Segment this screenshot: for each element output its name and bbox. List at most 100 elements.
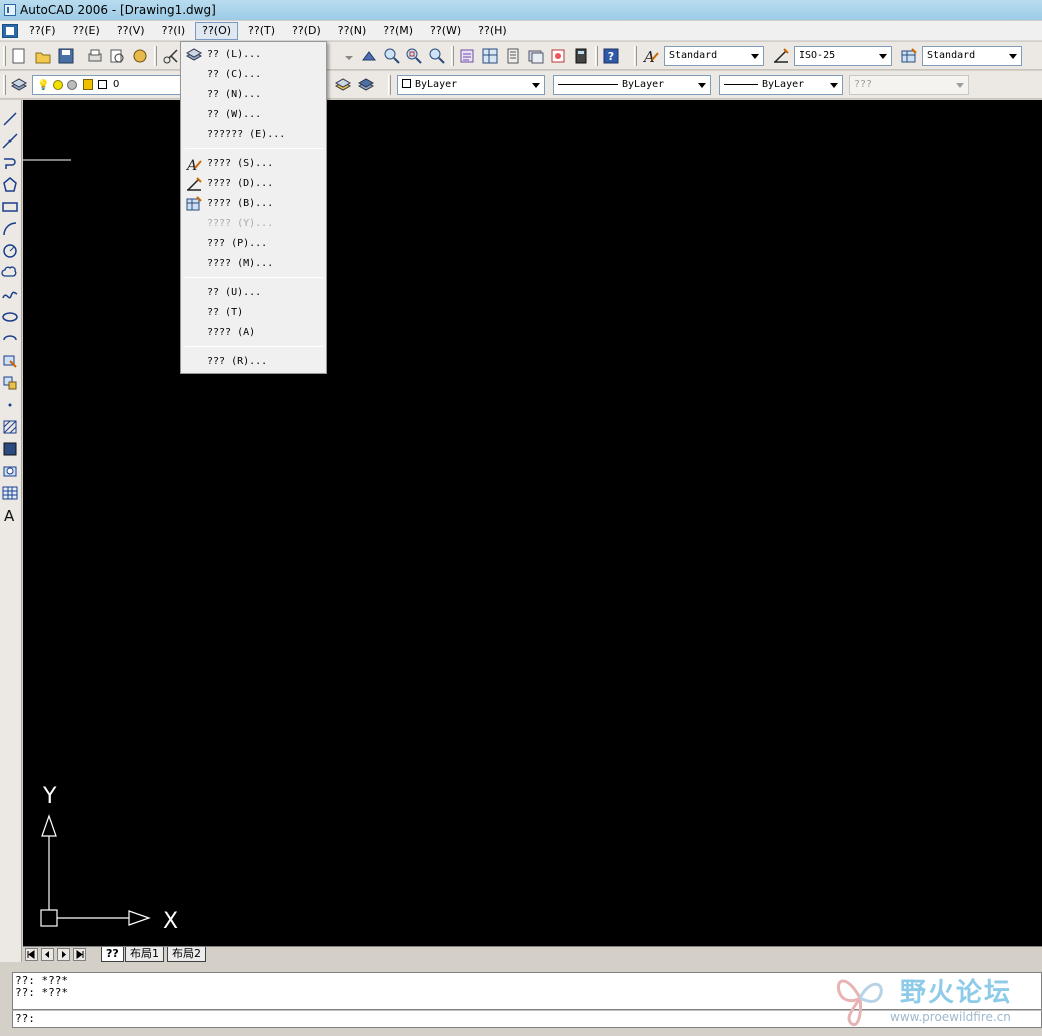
polygon-icon[interactable] (1, 176, 19, 194)
multiline-text-icon[interactable]: A (1, 506, 19, 525)
point-icon[interactable] (1, 396, 19, 414)
menu-item-layer[interactable]: ?? (L)... (183, 45, 324, 65)
menu-edit[interactable]: ??(E) (66, 22, 107, 40)
command-prompt: ??: (15, 1012, 35, 1025)
line-icon[interactable] (1, 110, 19, 128)
linetype-preview (558, 84, 618, 85)
menu-item-text-style[interactable]: A ???? (S)... (183, 154, 324, 174)
menu-item-units[interactable]: ?? (U)... (183, 283, 324, 303)
toolbar-grip[interactable] (3, 46, 6, 66)
tab-layout2[interactable]: 布局2 (167, 947, 206, 962)
dimension-style-icon[interactable] (772, 47, 790, 65)
text-style-icon[interactable]: A (642, 47, 660, 66)
menu-view[interactable]: ??(V) (110, 22, 152, 40)
menu-file[interactable]: ??(F) (22, 22, 63, 40)
plot-icon[interactable] (86, 47, 104, 65)
table-style-icon[interactable] (900, 47, 918, 65)
menu-item-rename[interactable]: ??? (R)... (183, 352, 324, 372)
make-object-layer-current-icon[interactable] (334, 76, 352, 94)
menu-item-table-style[interactable]: ???? (B)... (183, 194, 324, 214)
last-tab-icon[interactable] (73, 948, 86, 961)
menu-item-lineweight[interactable]: ?? (W)... (183, 105, 324, 125)
construction-line-icon[interactable] (1, 132, 19, 150)
make-block-icon[interactable] (1, 374, 19, 392)
autocad-app-icon[interactable] (4, 4, 16, 16)
insert-block-icon[interactable] (1, 352, 19, 370)
menu-draw[interactable]: ??(D) (285, 22, 328, 40)
spline-icon[interactable] (1, 286, 19, 304)
tool-palettes-icon[interactable] (504, 47, 522, 65)
menu-help[interactable]: ??(H) (471, 22, 514, 40)
properties-icon[interactable] (458, 47, 476, 65)
polyline-icon[interactable] (1, 154, 19, 172)
menu-dimension[interactable]: ??(N) (331, 22, 374, 40)
zoom-previous-icon[interactable] (428, 47, 446, 65)
rectangle-icon[interactable] (1, 198, 19, 216)
ellipse-arc-icon[interactable] (1, 330, 19, 348)
toolbar-grip[interactable] (3, 75, 6, 95)
menu-item-thickness[interactable]: ?? (T) (183, 303, 324, 323)
layer-manager-icon[interactable] (10, 76, 28, 94)
drawing-canvas[interactable]: Y X (23, 100, 1042, 946)
arc-icon[interactable] (1, 220, 19, 238)
menu-window[interactable]: ??(W) (423, 22, 468, 40)
prev-tab-icon[interactable] (41, 948, 54, 961)
cut-icon[interactable] (162, 47, 180, 65)
sheet-set-icon[interactable] (527, 47, 545, 65)
menu-insert[interactable]: ??(I) (155, 22, 193, 40)
first-tab-icon[interactable] (25, 948, 38, 961)
save-icon[interactable] (57, 47, 75, 65)
toolbar-separator (595, 46, 598, 66)
hatch-icon[interactable] (1, 418, 19, 436)
menu-item-drawing-limits[interactable]: ???? (A) (183, 323, 324, 343)
menu-item-scale-list[interactable]: ?????? (E)... (183, 125, 324, 145)
open-icon[interactable] (34, 47, 52, 65)
linetype-select[interactable]: ByLayer (553, 75, 711, 95)
menu-item-point-style[interactable]: ??? (P)... (183, 234, 324, 254)
svg-text:?: ? (608, 50, 614, 63)
butterfly-logo-icon (837, 979, 883, 1027)
menu-tools[interactable]: ??(T) (241, 22, 282, 40)
tab-layout1[interactable]: 布局1 (125, 947, 164, 962)
calculator-icon[interactable] (572, 47, 590, 65)
new-icon[interactable] (10, 47, 28, 65)
tab-model[interactable]: ?? (101, 947, 124, 962)
next-tab-icon[interactable] (57, 948, 70, 961)
layer-select[interactable]: 💡 0 (32, 75, 182, 95)
table-style-select[interactable]: Standard (922, 46, 1022, 66)
lineweight-select[interactable]: ByLayer (719, 75, 843, 95)
ellipse-icon[interactable] (1, 308, 19, 326)
text-style-select[interactable]: Standard (664, 46, 764, 66)
svg-text:A: A (642, 48, 655, 65)
menu-item-mline-style[interactable]: ???? (M)... (183, 254, 324, 274)
region-icon[interactable] (1, 462, 19, 480)
dropdown-arrow-icon[interactable] (340, 48, 358, 66)
menu-format[interactable]: ??(O) (195, 21, 239, 40)
layer-color-swatch (98, 80, 107, 89)
toolbar-grip[interactable] (634, 46, 637, 66)
menu-item-color[interactable]: ?? (C)... (183, 65, 324, 85)
pan-icon[interactable] (360, 47, 378, 65)
layers-properties-toolbar: 💡 0 ByLayer ByLayer ByLayer ??? (0, 71, 1042, 99)
document-icon[interactable] (2, 23, 18, 38)
circle-icon[interactable] (1, 242, 19, 260)
markup-set-icon[interactable] (549, 47, 567, 65)
zoom-realtime-icon[interactable] (383, 47, 401, 65)
menu-item-dimension-style[interactable]: ???? (D)... (183, 174, 324, 194)
toolbar-grip[interactable] (388, 75, 391, 95)
gradient-icon[interactable] (1, 440, 19, 458)
publish-icon[interactable] (131, 47, 149, 65)
color-select[interactable]: ByLayer (397, 75, 545, 95)
revision-cloud-icon[interactable] (1, 264, 19, 282)
plot-preview-icon[interactable] (108, 47, 126, 65)
design-center-icon[interactable] (481, 47, 499, 65)
help-icon[interactable]: ? (602, 47, 620, 65)
dimension-style-select[interactable]: ISO-25 (794, 46, 892, 66)
menu-modify[interactable]: ??(M) (376, 22, 420, 40)
zoom-window-icon[interactable] (405, 47, 423, 65)
layer-previous-icon[interactable] (357, 76, 375, 94)
model-space: Y X (23, 159, 178, 934)
table-icon[interactable] (1, 484, 19, 502)
layer-icon (185, 47, 203, 63)
menu-item-linetype[interactable]: ?? (N)... (183, 85, 324, 105)
